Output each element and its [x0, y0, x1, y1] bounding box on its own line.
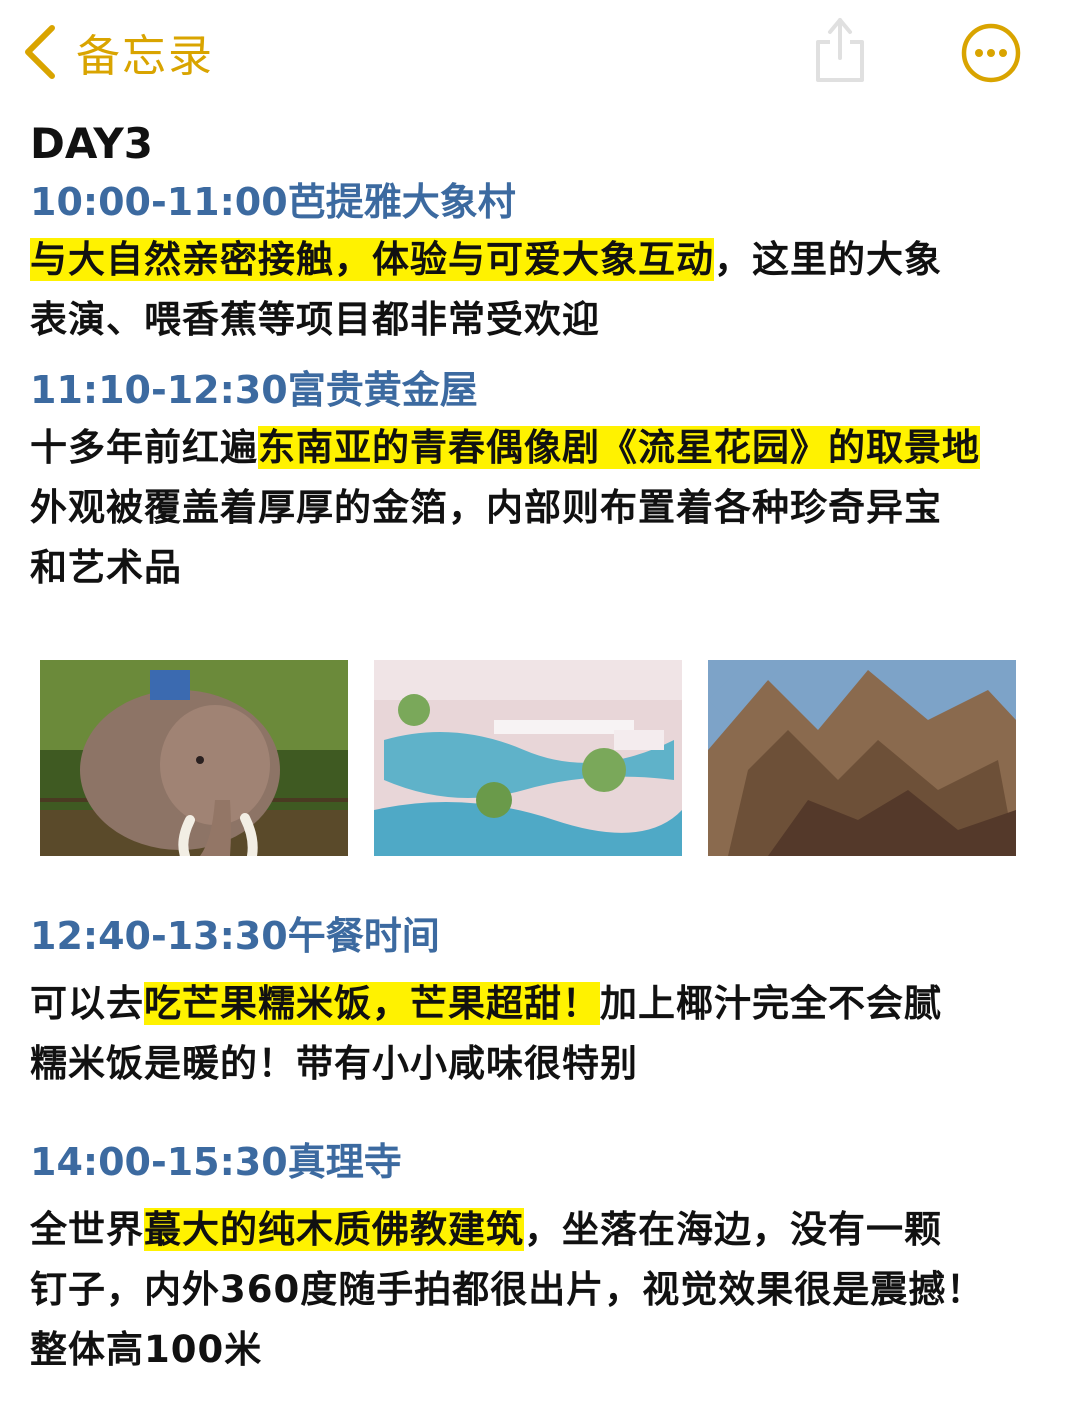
elephant-photo[interactable] [40, 660, 348, 856]
line-text: 整体高100米 [30, 1328, 263, 1371]
line-text: 十多年前红遍 [30, 426, 258, 469]
note-line: 整体高100米 [30, 1320, 1070, 1380]
share-icon[interactable] [812, 14, 868, 84]
line-text: ，坐落在海边，没有一颗 [524, 1208, 942, 1251]
line-text: 表演、喂香蕉等项目都非常受欢迎 [30, 298, 600, 341]
photo-row [40, 660, 1070, 856]
section-time-lunch: 12:40-13:30午餐时间 [30, 914, 440, 958]
note-line: 外观被覆盖着厚厚的金箔，内部则布置着各种珍奇异宝 [30, 478, 1070, 538]
sanctuary-of-truth-photo[interactable] [708, 660, 1016, 856]
chevron-left-icon [25, 25, 55, 79]
note-body[interactable]: DAY3 10:00-11:00芭提雅大象村 与大自然亲密接触，体验与可爱大象互… [30, 116, 1070, 1380]
day-title: DAY3 [30, 119, 153, 168]
note-line: 十多年前红遍东南亚的青春偶像剧《流星花园》的取景地 [30, 418, 1070, 478]
back-label: 备忘录 [76, 31, 214, 82]
line-text: 钉子，内外360度随手拍都很出片，视觉效果很是震撼！ [30, 1268, 985, 1311]
golden-house-garden-photo[interactable] [374, 660, 682, 856]
back-button[interactable]: 备忘录 [22, 22, 214, 82]
line-text: 加上椰汁完全不会腻 [600, 982, 942, 1025]
highlight-text: 与大自然亲密接触，体验与可爱大象互动 [30, 238, 714, 281]
section-time-elephant-village: 10:00-11:00芭提雅大象村 [30, 180, 516, 224]
note-line: 与大自然亲密接触，体验与可爱大象互动，这里的大象 [30, 230, 1070, 290]
navigation-bar: 备忘录 [0, 0, 1080, 110]
note-line: 可以去吃芒果糯米饭，芒果超甜！加上椰汁完全不会腻 [30, 974, 1070, 1034]
line-text: ，这里的大象 [714, 238, 942, 281]
highlight-text: 东南亚的青春偶像剧《流星花园》的取景地 [258, 426, 980, 469]
line-text: 和艺术品 [30, 546, 182, 589]
line-text: 外观被覆盖着厚厚的金箔，内部则布置着各种珍奇异宝 [30, 486, 942, 529]
highlight-text: 吃芒果糯米饭，芒果超甜！ [144, 982, 600, 1025]
note-line: 全世界蕞大的纯木质佛教建筑，坐落在海边，没有一颗 [30, 1200, 1070, 1260]
section-time-sanctuary: 14:00-15:30真理寺 [30, 1140, 402, 1184]
note-line: 糯米饭是暖的！带有小小咸味很特别 [30, 1034, 1070, 1094]
note-line: 表演、喂香蕉等项目都非常受欢迎 [30, 290, 1070, 350]
line-text: 糯米饭是暖的！带有小小咸味很特别 [30, 1042, 638, 1085]
more-icon[interactable] [960, 22, 1022, 84]
section-time-golden-house: 11:10-12:30富贵黄金屋 [30, 368, 478, 412]
highlight-text: 蕞大的纯木质佛教建筑 [144, 1208, 524, 1251]
note-line: 钉子，内外360度随手拍都很出片，视觉效果很是震撼！ [30, 1260, 1070, 1320]
line-text: 全世界 [30, 1208, 144, 1251]
line-text: 可以去 [30, 982, 144, 1025]
note-line: 和艺术品 [30, 538, 1070, 598]
